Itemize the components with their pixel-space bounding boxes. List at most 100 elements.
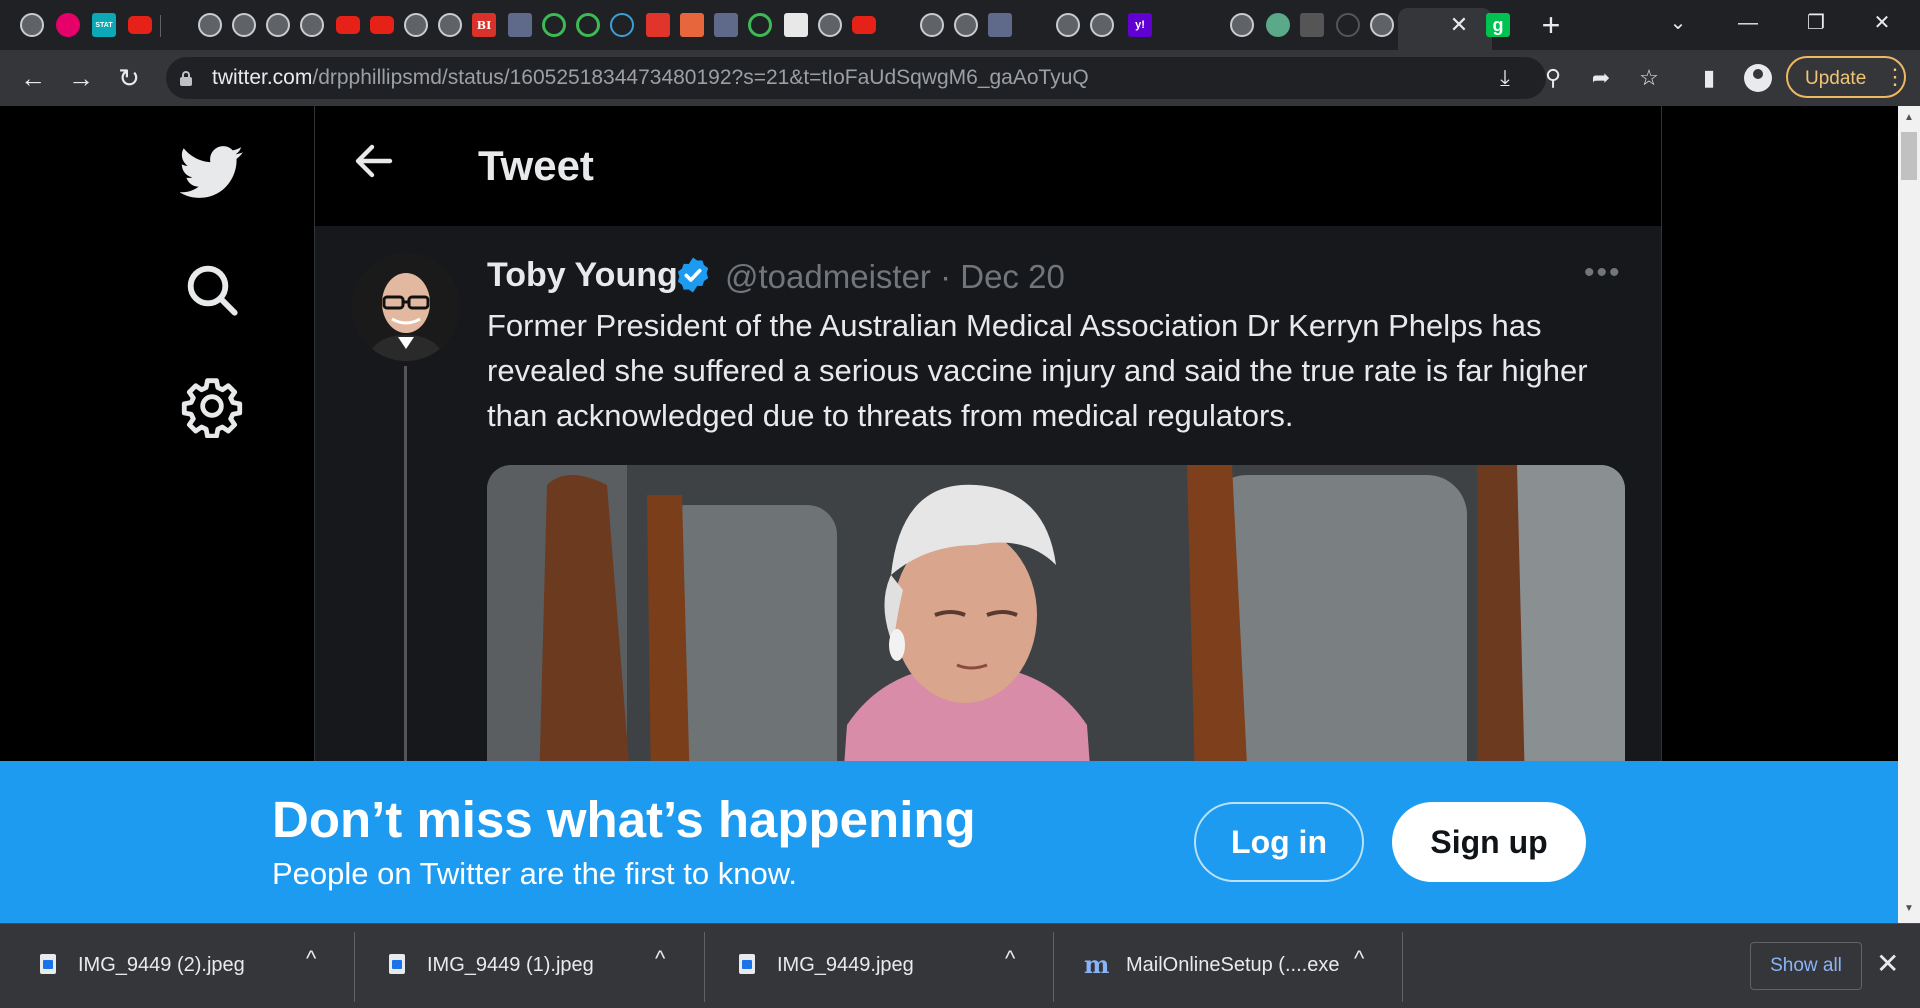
back-arrow-icon[interactable]: [350, 137, 398, 185]
search-icon[interactable]: [180, 258, 244, 322]
image-file-icon: [389, 954, 405, 974]
tab-favicon-globe[interactable]: [198, 13, 222, 37]
mailonline-icon: m: [1084, 950, 1110, 979]
author-handle[interactable]: @toadmeister · Dec 20: [725, 258, 1065, 296]
download-filename: IMG_9449 (1).jpeg: [427, 954, 594, 976]
log-in-button[interactable]: Log in: [1194, 802, 1364, 882]
tab-favicon-app[interactable]: [56, 13, 80, 37]
tab-favicon-globe[interactable]: [232, 13, 256, 37]
url-path: /drpphillipsmd/status/160525183447348019…: [312, 66, 1089, 89]
more-options-icon[interactable]: •••: [1584, 256, 1622, 290]
tab-favicon-app[interactable]: [886, 13, 910, 37]
close-downloads-bar-icon[interactable]: ✕: [1876, 946, 1899, 982]
tab-favicon-youtube[interactable]: [128, 16, 152, 34]
tab-favicon-app[interactable]: [1266, 13, 1290, 37]
tab-favicon-app[interactable]: [714, 13, 738, 37]
banner-subtitle: People on Twitter are the first to know.: [272, 856, 797, 891]
tab-favicon-globe[interactable]: [818, 13, 842, 37]
profile-avatar-icon[interactable]: [1744, 64, 1772, 92]
window-close-button[interactable]: ✕: [1862, 10, 1902, 36]
download-filename: IMG_9449.jpeg: [777, 954, 914, 976]
download-item[interactable]: IMG_9449.jpeg ^: [705, 932, 1053, 1000]
tab-favicon-globe[interactable]: [920, 13, 944, 37]
image-file-icon: [739, 954, 755, 974]
chevron-up-icon[interactable]: ^: [306, 946, 316, 972]
tab-favicon-play[interactable]: [748, 13, 772, 37]
tab-favicon-app[interactable]: [988, 13, 1012, 37]
download-item[interactable]: IMG_9449 (1).jpeg ^: [355, 932, 703, 1000]
page-title: Tweet: [478, 142, 594, 189]
tab-favicon-globe[interactable]: [1230, 13, 1254, 37]
tab-separator: [160, 15, 161, 37]
tab-strip: STAT BI y! ✕ g + ⌄ — ❐ ✕: [0, 0, 1920, 50]
update-button[interactable]: Update ⋮: [1786, 56, 1906, 98]
chrome-menu-icon: ⋮: [1884, 64, 1906, 89]
tab-favicon-globe[interactable]: [404, 13, 428, 37]
twitter-bird-icon[interactable]: [180, 140, 244, 204]
download-filename: MailOnlineSetup (....exe: [1126, 954, 1340, 976]
tab-favicon-app[interactable]: [784, 13, 808, 37]
author-name[interactable]: Toby Young: [487, 256, 678, 295]
bookmark-star-icon[interactable]: ☆: [1634, 64, 1664, 92]
download-item[interactable]: IMG_9449 (2).jpeg ^: [6, 932, 354, 1000]
install-icon[interactable]: ⤓: [1490, 64, 1520, 92]
tab-favicon-globe[interactable]: [954, 13, 978, 37]
tab-favicon-app[interactable]: [508, 13, 532, 37]
reload-button[interactable]: ↻: [112, 62, 146, 94]
back-button[interactable]: ←: [16, 62, 50, 94]
share-icon[interactable]: ➦: [1586, 64, 1616, 92]
download-filename: IMG_9449 (2).jpeg: [78, 954, 245, 976]
tab-favicon-app[interactable]: [646, 13, 670, 37]
forward-button[interactable]: →: [64, 62, 98, 94]
tab-favicon-app[interactable]: [1300, 13, 1324, 37]
url-host: twitter.com: [212, 66, 313, 89]
thread-connector-line: [404, 366, 407, 766]
chevron-up-icon[interactable]: ^: [1354, 946, 1364, 972]
lock-icon[interactable]: [180, 71, 192, 86]
tab-favicon-app[interactable]: [610, 13, 634, 37]
tab-favicon-grammarly[interactable]: g: [1486, 13, 1510, 37]
minimize-button[interactable]: —: [1728, 10, 1768, 36]
new-tab-button[interactable]: +: [1534, 8, 1568, 42]
restore-button[interactable]: ❐: [1796, 10, 1836, 36]
tab-favicon-app[interactable]: [680, 13, 704, 37]
tab-favicon-play[interactable]: [542, 13, 566, 37]
tab-favicon-globe[interactable]: [438, 13, 462, 37]
tab-favicon-youtube[interactable]: [852, 16, 876, 34]
sign-up-button[interactable]: Sign up: [1392, 802, 1586, 882]
download-item[interactable]: m MailOnlineSetup (....exe ^: [1054, 932, 1402, 1000]
url-text[interactable]: twitter.com/drpphillipsmd/status/1605251…: [212, 65, 1089, 91]
tab-favicon-youtube[interactable]: [336, 16, 360, 34]
tab-favicon-play[interactable]: [576, 13, 600, 37]
tab-favicon-search[interactable]: [1022, 13, 1046, 37]
settings-gear-icon[interactable]: [180, 374, 244, 438]
chevron-up-icon[interactable]: ^: [1005, 946, 1015, 972]
chevron-up-icon[interactable]: ^: [655, 946, 665, 972]
zoom-icon[interactable]: ⚲: [1538, 64, 1568, 92]
scroll-down-arrow-icon[interactable]: ▼: [1904, 903, 1914, 914]
tab-favicon-youtube[interactable]: [370, 16, 394, 34]
verified-badge-icon: [677, 257, 709, 293]
tab-favicon-globe[interactable]: [20, 13, 44, 37]
tab-favicon-globe[interactable]: [300, 13, 324, 37]
tab-favicon-globe[interactable]: [1090, 13, 1114, 37]
page-scrollbar[interactable]: ▲ ▼: [1898, 106, 1920, 923]
scrollbar-thumb[interactable]: [1901, 132, 1917, 180]
tab-favicon-app[interactable]: [1336, 13, 1360, 37]
download-separator: [1402, 932, 1403, 1002]
tab-favicon-search[interactable]: [1196, 13, 1220, 37]
tab-favicon-globe[interactable]: [1056, 13, 1080, 37]
tab-favicon-globe[interactable]: [266, 13, 290, 37]
tab-favicon-stat[interactable]: STAT: [92, 13, 116, 37]
tab-favicon-bi[interactable]: BI: [472, 13, 496, 37]
show-all-downloads-button[interactable]: Show all: [1750, 942, 1862, 990]
tab-favicon-globe[interactable]: [1370, 13, 1394, 37]
tab-close-icon[interactable]: ✕: [1445, 10, 1473, 40]
tab-favicon-yahoo[interactable]: y!: [1128, 13, 1152, 37]
update-label: Update: [1805, 68, 1867, 89]
tab-search-icon[interactable]: ⌄: [1658, 10, 1698, 36]
scroll-up-arrow-icon[interactable]: ▲: [1904, 112, 1914, 123]
tab-favicon-search[interactable]: [1162, 13, 1186, 37]
author-avatar[interactable]: [352, 253, 460, 361]
side-panel-icon[interactable]: ▮: [1694, 64, 1724, 92]
